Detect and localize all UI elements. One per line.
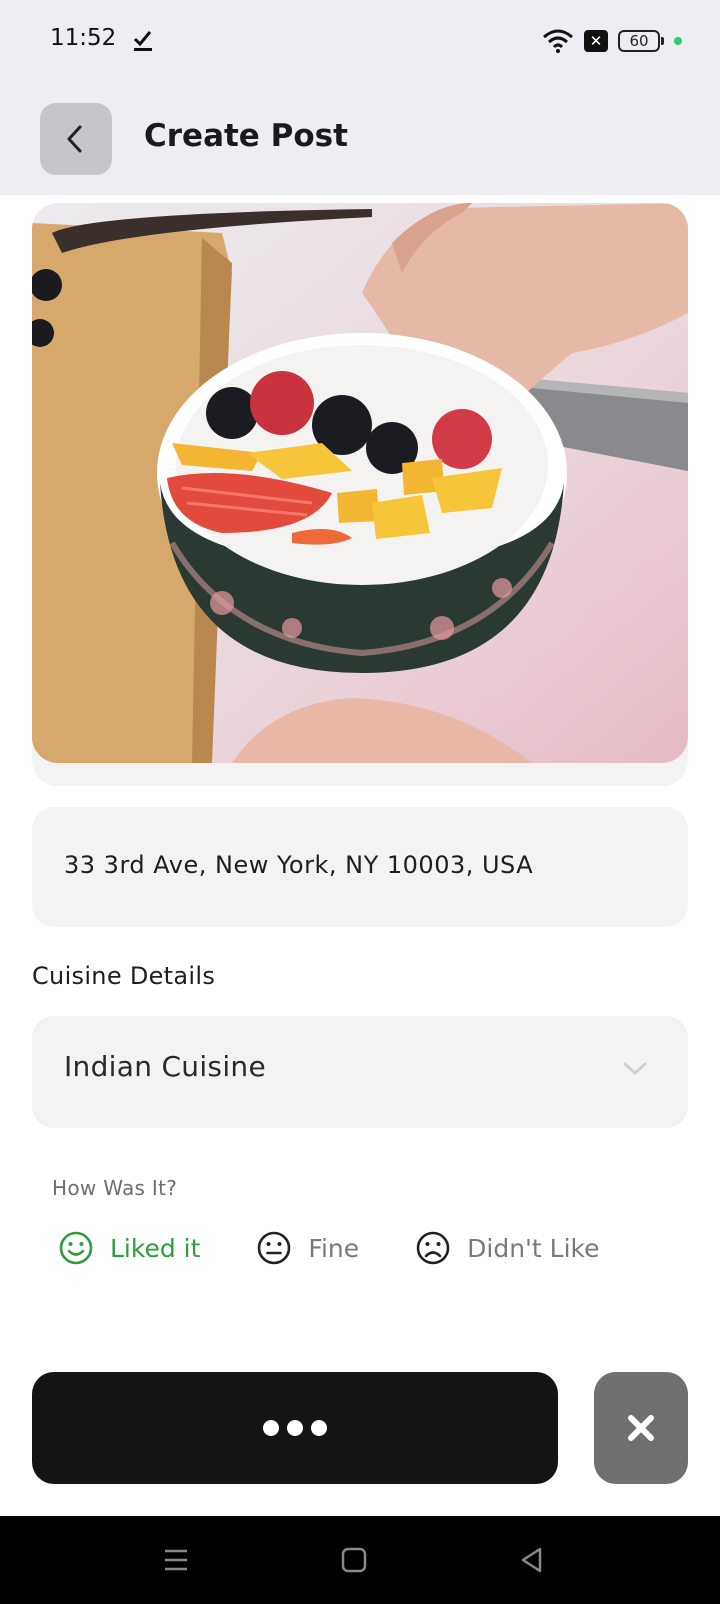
rating-option-liked[interactable]: Liked it — [58, 1230, 200, 1266]
post-photo[interactable] — [32, 203, 688, 763]
status-time: 11:52 — [50, 25, 117, 51]
location-value: 33 3rd Ave, New York, NY 10003, USA — [64, 851, 534, 879]
close-icon — [628, 1415, 654, 1441]
cuisine-selected-value: Indian Cuisine — [64, 1050, 266, 1083]
loading-dots-icon — [263, 1420, 327, 1436]
privacy-indicator-icon — [674, 37, 682, 45]
rating-option-didnt-like[interactable]: Didn't Like — [415, 1230, 600, 1266]
rating-question: How Was It? — [52, 1176, 178, 1200]
back-nav-icon[interactable] — [518, 1546, 546, 1574]
rating-option-label: Liked it — [110, 1233, 201, 1263]
rating-options: Liked it Fine Didn't Like — [58, 1228, 656, 1268]
cuisine-dropdown[interactable]: Indian Cuisine — [32, 1016, 688, 1128]
recents-menu-icon[interactable] — [162, 1546, 190, 1574]
status-icons: ✕ 60 — [542, 28, 682, 54]
post-submit-button[interactable] — [32, 1372, 558, 1484]
rating-option-fine[interactable]: Fine — [256, 1230, 359, 1266]
chevron-left-icon — [67, 125, 82, 153]
home-icon[interactable] — [340, 1546, 368, 1574]
rating-option-label: Fine — [308, 1233, 360, 1263]
close-button[interactable] — [594, 1372, 688, 1484]
neutral-face-icon — [258, 1231, 291, 1265]
status-bar: 11:52 ✕ 60 — [0, 0, 720, 82]
battery-icon: 60 — [618, 30, 664, 52]
rating-option-label: Didn't Like — [467, 1233, 600, 1263]
battery-level: 60 — [629, 32, 649, 50]
wifi-icon — [543, 29, 573, 53]
smile-icon — [59, 1231, 93, 1265]
page-title: Create Post — [144, 118, 348, 154]
chevron-down-icon — [623, 1062, 647, 1075]
location-field[interactable]: 33 3rd Ave, New York, NY 10003, USA — [32, 807, 688, 927]
cuisine-details-label: Cuisine Details — [32, 962, 216, 990]
app-bar: Create Post — [0, 82, 720, 195]
back-button[interactable] — [40, 103, 112, 175]
download-done-icon — [133, 31, 152, 51]
sim-off-icon: ✕ — [584, 30, 608, 52]
frown-icon — [416, 1231, 450, 1265]
system-nav-bar — [0, 1516, 720, 1604]
food-bowl-image — [32, 203, 688, 763]
